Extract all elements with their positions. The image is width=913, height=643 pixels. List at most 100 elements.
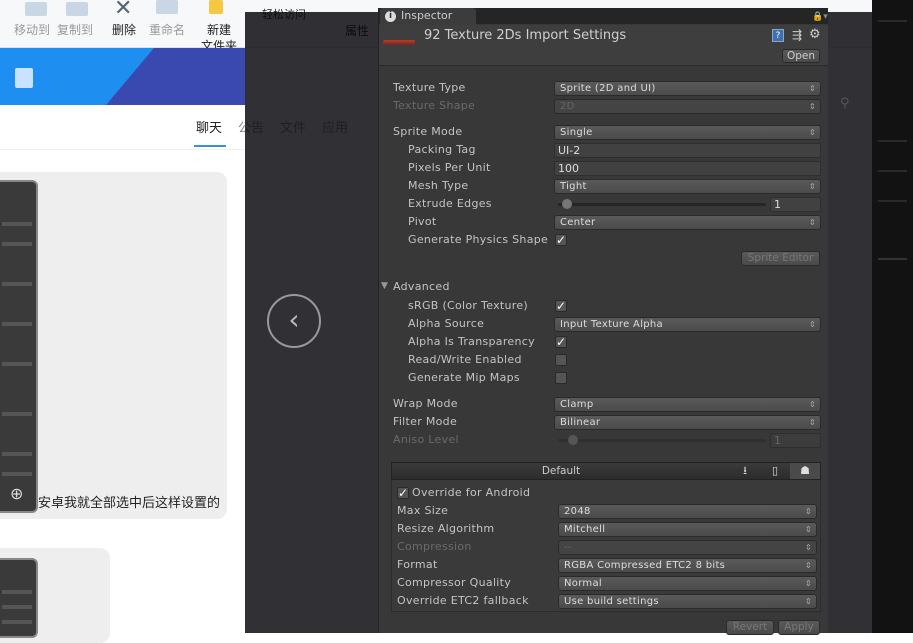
- screenshot-thumbnail[interactable]: [0, 558, 38, 638]
- app-logo-icon: [15, 68, 33, 88]
- texture-type-dropdown[interactable]: Sprite (2D and UI) ⇕: [554, 81, 821, 96]
- open-button[interactable]: Open: [782, 49, 820, 63]
- extrude-edges-slider-track[interactable]: [558, 203, 766, 206]
- compression-dropdown: -- ⇕: [558, 540, 817, 555]
- mesh-type-label: Mesh Type: [408, 179, 469, 192]
- copy-to-icon: [66, 2, 88, 16]
- platform-tab-default[interactable]: Default: [391, 462, 731, 480]
- dropdown-arrows-icon: ⇕: [808, 218, 816, 227]
- pixels-per-unit-input[interactable]: 100: [554, 161, 821, 176]
- pivot-value: Center: [560, 217, 596, 228]
- texture-shape-value: 2D: [560, 101, 575, 112]
- chat-header: [0, 48, 245, 105]
- format-label: Format: [397, 558, 438, 571]
- mesh-type-value: Tight: [560, 181, 587, 192]
- packing-tag-input[interactable]: UI-2: [554, 143, 821, 158]
- pivot-dropdown[interactable]: Center ⇕: [554, 215, 821, 230]
- alpha-source-dropdown[interactable]: Input Texture Alpha ⇕: [554, 317, 821, 332]
- search-icon: ⚲: [840, 96, 850, 111]
- aniso-level-value-field: 1: [770, 433, 821, 448]
- mobile-icon[interactable]: ▯: [760, 463, 790, 479]
- presets-icon[interactable]: ⇶: [792, 28, 802, 42]
- dropdown-arrows-icon: ⇕: [808, 418, 816, 427]
- format-value: RGBA Compressed ETC2 8 bits: [564, 560, 726, 571]
- sprite-mode-dropdown[interactable]: Single ⇕: [554, 125, 821, 140]
- mesh-type-dropdown[interactable]: Tight ⇕: [554, 179, 821, 194]
- move-to-icon: [25, 2, 47, 16]
- android-icon[interactable]: ☗: [790, 463, 820, 479]
- read-write-enabled-label: Read/Write Enabled: [408, 353, 522, 366]
- dropdown-arrows-icon: ⇕: [804, 507, 812, 516]
- tab-chat[interactable]: 聊天: [196, 117, 222, 136]
- folder-icon: [209, 0, 223, 14]
- srgb-color-texture-checkbox[interactable]: ✓: [555, 300, 567, 312]
- gear-icon[interactable]: ⚙: [809, 27, 821, 42]
- format-dropdown[interactable]: RGBA Compressed ETC2 8 bits ⇕: [558, 558, 817, 573]
- foldout-arrow-icon[interactable]: ▼: [381, 281, 388, 291]
- dropdown-arrows-icon: ⇕: [804, 579, 812, 588]
- sprite-editor-button[interactable]: Sprite Editor: [741, 251, 820, 266]
- rename-button[interactable]: 重命名: [149, 21, 185, 38]
- max-size-value: 2048: [564, 506, 591, 517]
- override-etc2-fallback-value: Use build settings: [564, 596, 659, 607]
- new-folder-button[interactable]: 新建: [207, 21, 231, 38]
- override-android-checkbox[interactable]: ✓: [397, 487, 409, 499]
- compression-label: Compression: [397, 540, 472, 553]
- dropdown-arrows-icon: ⇕: [804, 525, 812, 534]
- dropdown-arrows-icon: ⇕: [804, 543, 812, 552]
- active-tab-indicator: [194, 145, 226, 147]
- dropdown-arrows-icon: ⇕: [808, 128, 816, 137]
- download-icon[interactable]: ⭳: [730, 463, 760, 479]
- texture-thumbnail-icon: [383, 40, 415, 45]
- alpha-is-transparency-label: Alpha Is Transparency: [408, 335, 535, 348]
- override-etc2-fallback-label: Override ETC2 fallback: [397, 594, 529, 607]
- resize-algorithm-value: Mitchell: [564, 524, 606, 535]
- screenshot-thumbnail[interactable]: ⊕: [0, 180, 38, 513]
- override-android-label: Override for Android: [412, 486, 531, 499]
- rename-icon: [156, 0, 178, 14]
- packing-tag-label: Packing Tag: [408, 143, 476, 156]
- wrap-mode-dropdown[interactable]: Clamp ⇕: [554, 397, 821, 412]
- read-write-enabled-checkbox[interactable]: [555, 354, 567, 366]
- generate-physics-shape-label: Generate Physics Shape: [408, 233, 549, 246]
- inspector-title: 92 Texture 2Ds Import Settings: [424, 28, 627, 43]
- lock-icon[interactable]: 🔒▾: [812, 12, 828, 22]
- chevron-left-icon[interactable]: ‹: [267, 294, 321, 348]
- aniso-level-slider-track: [558, 439, 766, 442]
- aniso-level-label: Aniso Level: [393, 433, 459, 446]
- max-size-dropdown[interactable]: 2048 ⇕: [558, 504, 817, 519]
- dropdown-arrows-icon: ⇕: [804, 561, 812, 570]
- max-size-label: Max Size: [397, 504, 449, 517]
- filter-mode-label: Filter Mode: [393, 415, 458, 428]
- delete-button[interactable]: 删除: [112, 21, 136, 38]
- generate-mip-maps-label: Generate Mip Maps: [408, 371, 520, 384]
- compressor-quality-value: Normal: [564, 578, 602, 589]
- extrude-edges-label: Extrude Edges: [408, 197, 492, 210]
- srgb-color-texture-label: sRGB (Color Texture): [408, 299, 529, 312]
- zoom-in-icon[interactable]: ⊕: [10, 484, 23, 503]
- extrude-edges-value-field[interactable]: 1: [770, 197, 821, 212]
- resize-algorithm-dropdown[interactable]: Mitchell ⇕: [558, 522, 817, 537]
- help-icon[interactable]: ?: [772, 29, 784, 42]
- dropdown-arrows-icon: ⇕: [808, 320, 816, 329]
- compressor-quality-label: Compressor Quality: [397, 576, 512, 589]
- filter-mode-dropdown[interactable]: Bilinear ⇕: [554, 415, 821, 430]
- copy-to-button[interactable]: 复制到: [57, 21, 93, 38]
- advanced-foldout[interactable]: Advanced: [393, 278, 450, 296]
- generate-physics-shape-checkbox[interactable]: ✓: [555, 234, 567, 246]
- dropdown-arrows-icon: ⇕: [808, 400, 816, 409]
- generate-mip-maps-checkbox[interactable]: [555, 372, 567, 384]
- texture-type-value: Sprite (2D and UI): [560, 83, 656, 94]
- compression-value: --: [564, 542, 572, 553]
- dropdown-arrows-icon: ⇕: [804, 597, 812, 606]
- alpha-is-transparency-checkbox[interactable]: ✓: [555, 336, 567, 348]
- compressor-quality-dropdown[interactable]: Normal ⇕: [558, 576, 817, 591]
- override-etc2-fallback-dropdown[interactable]: Use build settings ⇕: [558, 594, 817, 609]
- texture-type-label: Texture Type: [393, 81, 466, 94]
- resize-algorithm-label: Resize Algorithm: [397, 522, 495, 535]
- delete-icon: ✕: [114, 0, 133, 21]
- dropdown-arrows-icon: ⇕: [808, 102, 816, 111]
- wrap-mode-label: Wrap Mode: [393, 397, 458, 410]
- texture-shape-label: Texture Shape: [393, 99, 476, 112]
- move-to-button[interactable]: 移动到: [14, 21, 50, 38]
